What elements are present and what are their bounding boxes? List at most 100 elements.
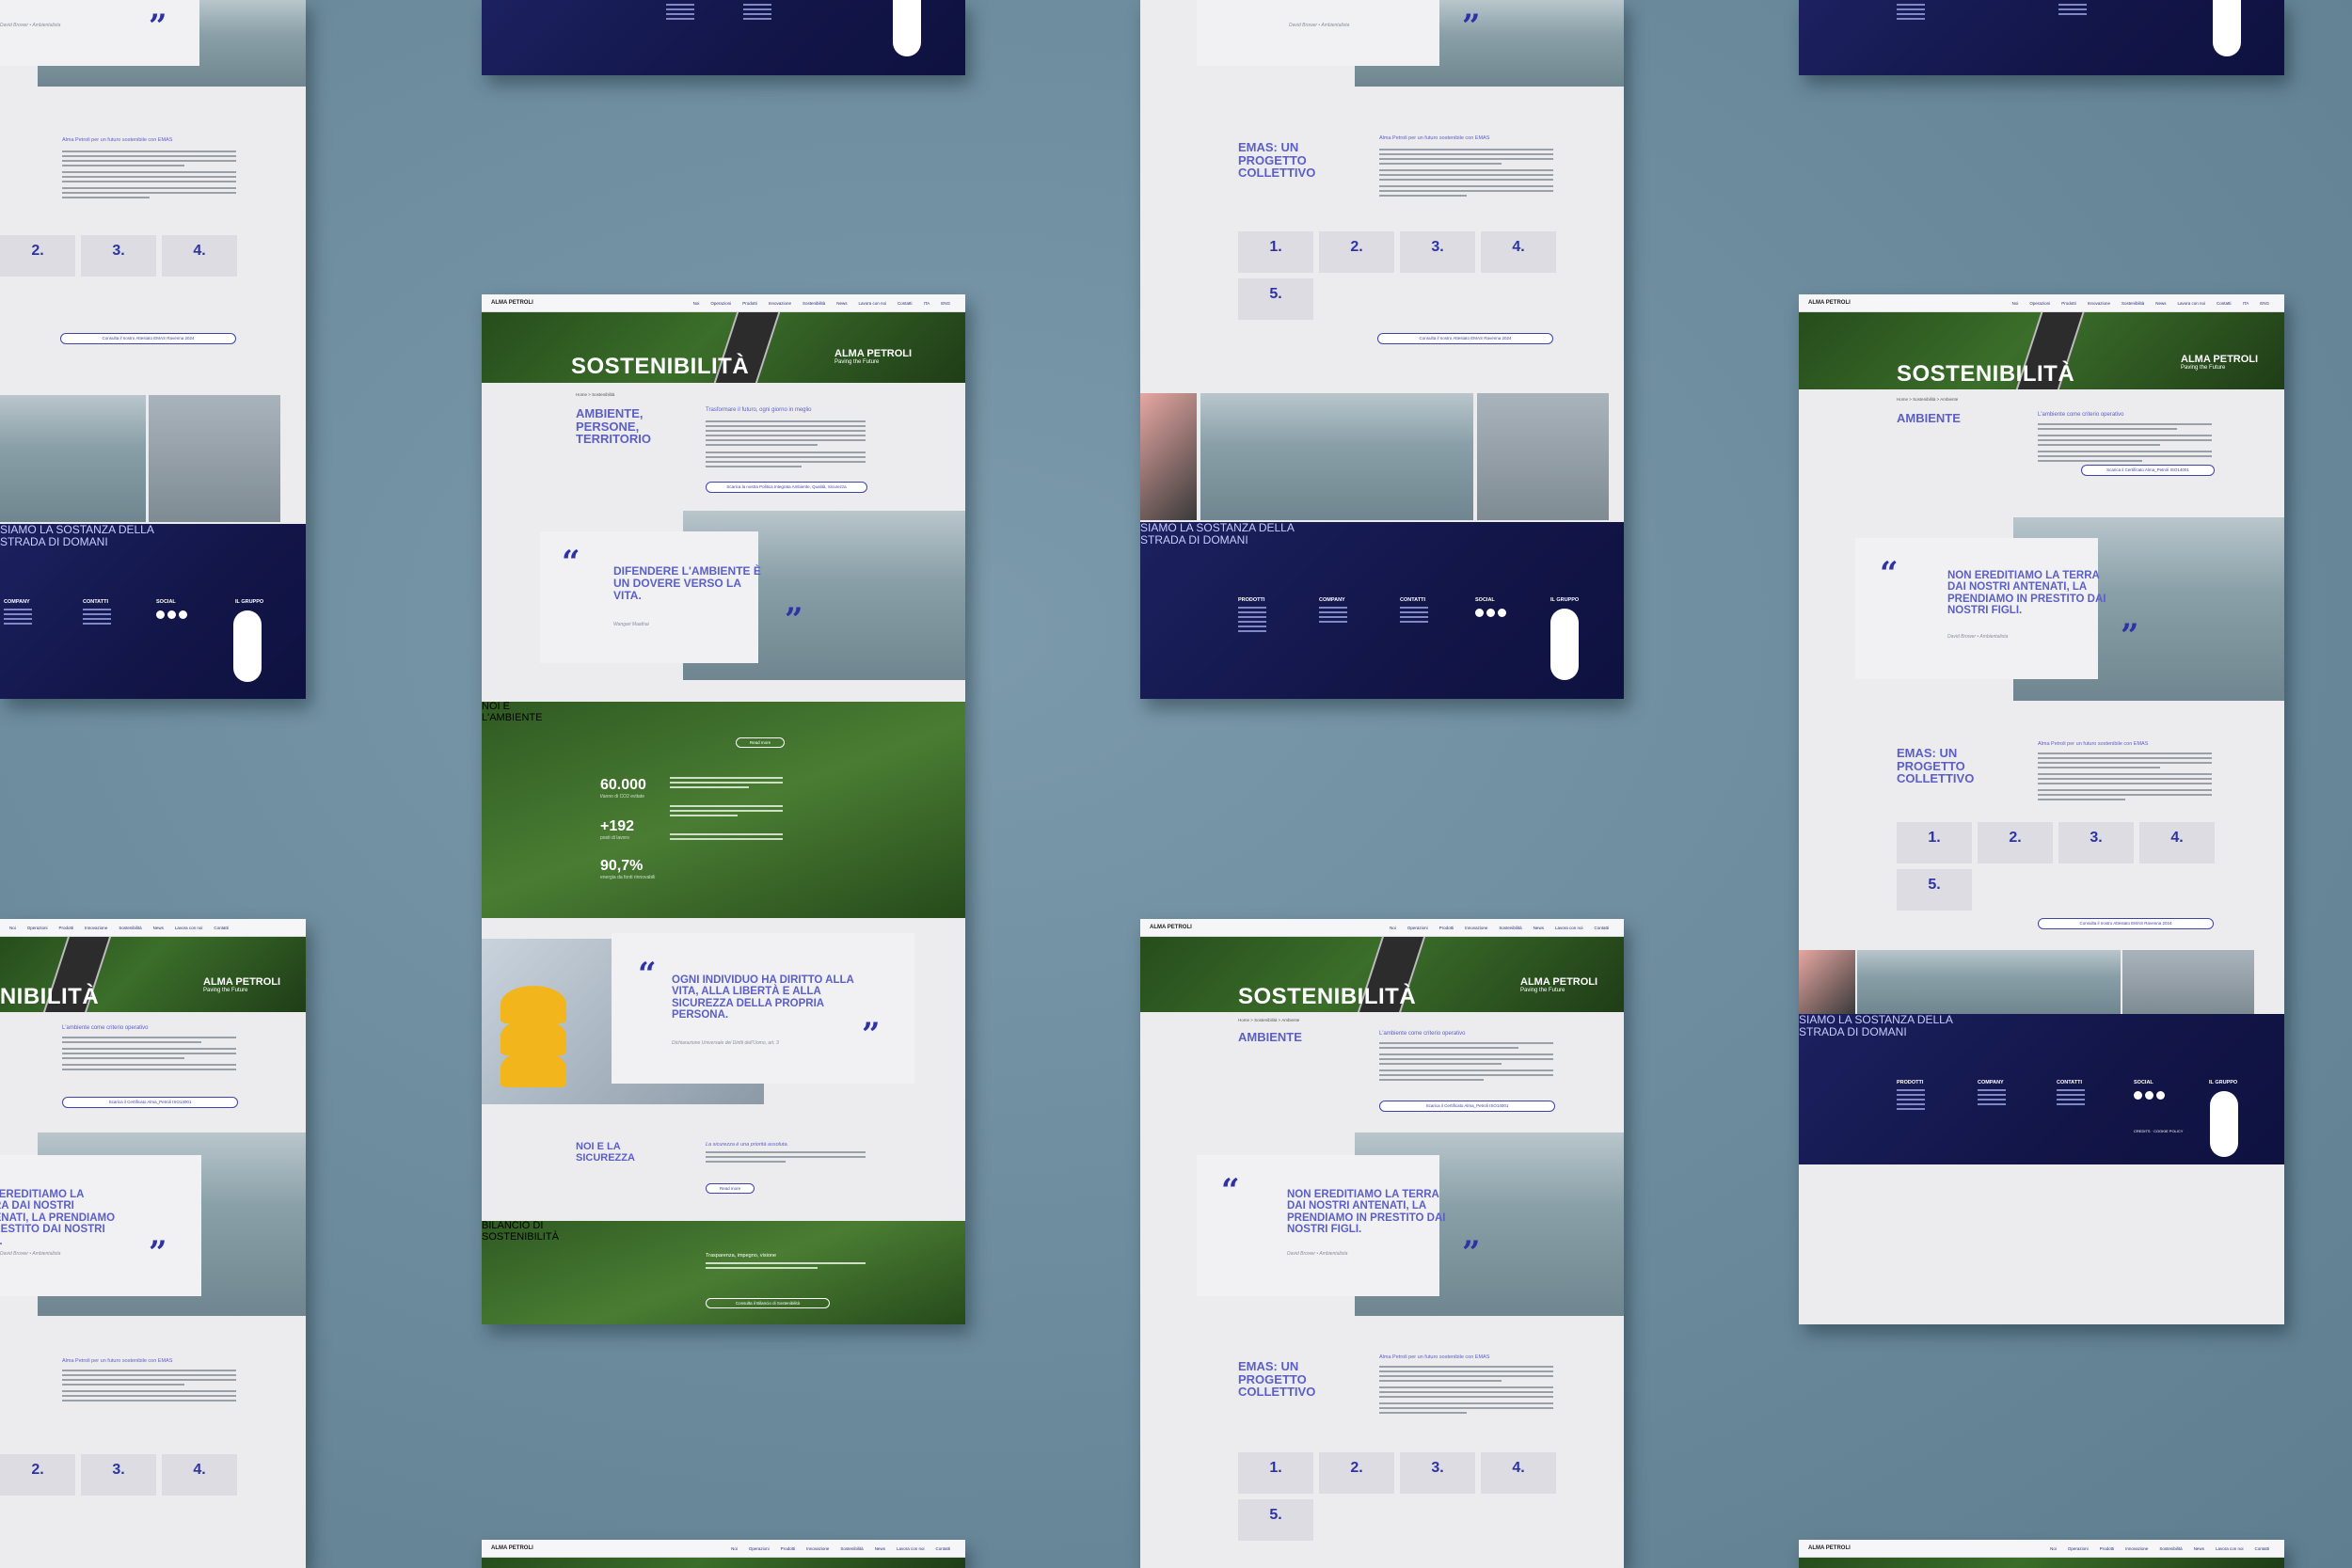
group-badge[interactable] — [1550, 609, 1579, 680]
emas-step[interactable]: 5. — [1238, 1499, 1313, 1541]
nav-item-lavora[interactable]: Lavora con noi — [175, 926, 203, 930]
nav-item-sostenibilita[interactable]: Sostenibilità — [119, 926, 141, 930]
nav-item-contatti[interactable]: Contatti — [2217, 301, 2232, 306]
nav-item-contatti[interactable]: Contatti — [214, 926, 229, 930]
brand-logo[interactable]: ALMA PETROLI — [1150, 925, 1192, 930]
footer-credits[interactable]: CREDITS · COOKIE POLICY — [2134, 1129, 2190, 1133]
nav-item-operazioni[interactable]: Operazioni — [27, 926, 48, 930]
nav-item-noi[interactable]: Noi — [2050, 1546, 2057, 1551]
breadcrumb[interactable]: Home > Sostenibilità > Ambiente — [1238, 1018, 1299, 1022]
nav-item-sostenibilita[interactable]: Sostenibilità — [840, 1546, 863, 1551]
brand-logo[interactable]: ALMA PETROLI — [491, 1545, 533, 1551]
nav-item-innovazione[interactable]: Innovazione — [769, 301, 791, 306]
nav-item-noi[interactable]: Noi — [9, 926, 16, 930]
nav-item-news[interactable]: News — [1534, 926, 1544, 930]
nav-item-operazioni[interactable]: Operazioni — [1407, 926, 1428, 930]
nav-item-operazioni[interactable]: Operazioni — [2068, 1546, 2089, 1551]
certificate-download-button[interactable]: Scarica il Certificato Alma_Petroli ISO1… — [62, 1097, 238, 1108]
emas-step[interactable]: 3. — [81, 235, 156, 277]
nav-item-noi[interactable]: Noi — [731, 1546, 738, 1551]
emas-step[interactable]: 4. — [1481, 1452, 1556, 1494]
linkedin-icon[interactable] — [167, 610, 176, 619]
brand-logo[interactable]: ALMA PETROLI — [1808, 300, 1851, 306]
nav-item-contatti[interactable]: Contatti — [1594, 926, 1609, 930]
emas-step[interactable]: 1. — [1238, 1452, 1313, 1494]
emas-step[interactable]: 2. — [0, 1454, 75, 1496]
nav-item-contatti[interactable]: Contatti — [935, 1546, 950, 1551]
emas-step[interactable]: 2. — [1319, 231, 1394, 273]
env-read-more-button[interactable]: Read more — [736, 737, 785, 748]
group-badge[interactable] — [233, 610, 262, 682]
nav-item-sostenibilita[interactable]: Sostenibilità — [2122, 301, 2144, 306]
emas-step[interactable]: 5. — [1897, 869, 1972, 911]
nav-item-noi[interactable]: Noi — [2012, 301, 2019, 306]
emas-step[interactable]: 1. — [1897, 822, 1972, 863]
lang-ita[interactable]: ITA — [924, 301, 930, 306]
emas-step[interactable]: 4. — [162, 1454, 237, 1496]
nav-item-innovazione[interactable]: Innovazione — [2088, 301, 2110, 306]
youtube-icon[interactable] — [2156, 1091, 2165, 1100]
group-badge[interactable] — [2213, 0, 2241, 56]
youtube-icon[interactable] — [179, 610, 187, 619]
group-badge[interactable] — [2210, 1091, 2238, 1157]
emas-step[interactable]: 3. — [1400, 231, 1475, 273]
nav-item-innovazione[interactable]: Innovazione — [806, 1546, 829, 1551]
nav-item-sostenibilita[interactable]: Sostenibilità — [1499, 926, 1521, 930]
nav-item-prodotti[interactable]: Prodotti — [2061, 301, 2076, 306]
nav-item-lavora[interactable]: Lavora con noi — [1555, 926, 1583, 930]
emas-step[interactable]: 3. — [81, 1454, 156, 1496]
nav-item-prodotti[interactable]: Prodotti — [742, 301, 757, 306]
emas-attestato-button[interactable]: Consulta il nostro Attestato EMAS Ravenn… — [60, 333, 236, 344]
nav-item-innovazione[interactable]: Innovazione — [85, 926, 107, 930]
nav-item-prodotti[interactable]: Prodotti — [59, 926, 74, 930]
nav-item-noi[interactable]: Noi — [1390, 926, 1396, 930]
emas-step[interactable]: 2. — [1319, 1452, 1394, 1494]
emas-attestato-button[interactable]: Consulta il nostro Attestato EMAS Ravenn… — [1377, 333, 1553, 344]
breadcrumb[interactable]: Home > Sostenibilità — [576, 392, 614, 397]
emas-step[interactable]: 4. — [1481, 231, 1556, 273]
nav-item-news[interactable]: News — [875, 1546, 885, 1551]
group-badge[interactable] — [893, 0, 921, 56]
safety-read-more-button[interactable]: Read more — [706, 1183, 755, 1194]
emas-step[interactable]: 1. — [1238, 231, 1313, 273]
policy-download-button[interactable]: Scarica la nostra Politica Integrata Amb… — [706, 482, 867, 493]
nav-item-lavora[interactable]: Lavora con noi — [2178, 301, 2206, 306]
emas-step[interactable]: 2. — [1978, 822, 2053, 863]
nav-item-news[interactable]: News — [2194, 1546, 2204, 1551]
nav-item-prodotti[interactable]: Prodotti — [781, 1546, 796, 1551]
nav-item-noi[interactable]: Noi — [693, 301, 700, 306]
emas-step[interactable]: 2. — [0, 235, 75, 277]
nav-item-operazioni[interactable]: Operazioni — [710, 301, 731, 306]
youtube-icon[interactable] — [1498, 609, 1506, 617]
emas-attestato-button[interactable]: Consulta il nostro Attestato EMAS Ravenn… — [2038, 918, 2214, 929]
nav-item-news[interactable]: News — [2155, 301, 2166, 306]
linkedin-icon[interactable] — [2145, 1091, 2153, 1100]
certificate-download-button[interactable]: Scarica il Certificato Alma_Petroli ISO1… — [1379, 1101, 1555, 1112]
nav-item-operazioni[interactable]: Operazioni — [749, 1546, 770, 1551]
instagram-icon[interactable] — [2134, 1091, 2142, 1100]
nav-item-sostenibilita[interactable]: Sostenibilità — [803, 301, 825, 306]
nav-item-innovazione[interactable]: Innovazione — [1465, 926, 1487, 930]
brand-logo[interactable]: ALMA PETROLI — [1808, 1545, 1851, 1551]
instagram-icon[interactable] — [156, 610, 165, 619]
nav-item-contatti[interactable]: Contatti — [2254, 1546, 2269, 1551]
nav-item-innovazione[interactable]: Innovazione — [2125, 1546, 2148, 1551]
nav-item-news[interactable]: News — [836, 301, 847, 306]
emas-step[interactable]: 4. — [2139, 822, 2215, 863]
breadcrumb[interactable]: Home > Sostenibilità > Ambiente — [1897, 397, 1958, 402]
nav-item-news[interactable]: News — [153, 926, 164, 930]
nav-item-operazioni[interactable]: Operazioni — [2029, 301, 2050, 306]
linkedin-icon[interactable] — [1486, 609, 1495, 617]
nav-item-prodotti[interactable]: Prodotti — [2100, 1546, 2115, 1551]
emas-step[interactable]: 3. — [1400, 1452, 1475, 1494]
nav-item-lavora[interactable]: Lavora con noi — [897, 1546, 925, 1551]
nav-item-sostenibilita[interactable]: Sostenibilità — [2159, 1546, 2182, 1551]
nav-item-contatti[interactable]: Contatti — [898, 301, 913, 306]
nav-item-lavora[interactable]: Lavora con noi — [2216, 1546, 2244, 1551]
emas-step[interactable]: 4. — [162, 235, 237, 277]
lang-eng[interactable]: ENG — [941, 301, 950, 306]
nav-item-lavora[interactable]: Lavora con noi — [859, 301, 887, 306]
report-button[interactable]: Consulta il Bilancio di Sostenibilità — [706, 1298, 830, 1308]
brand-logo[interactable]: ALMA PETROLI — [491, 300, 533, 306]
nav-item-prodotti[interactable]: Prodotti — [1439, 926, 1454, 930]
